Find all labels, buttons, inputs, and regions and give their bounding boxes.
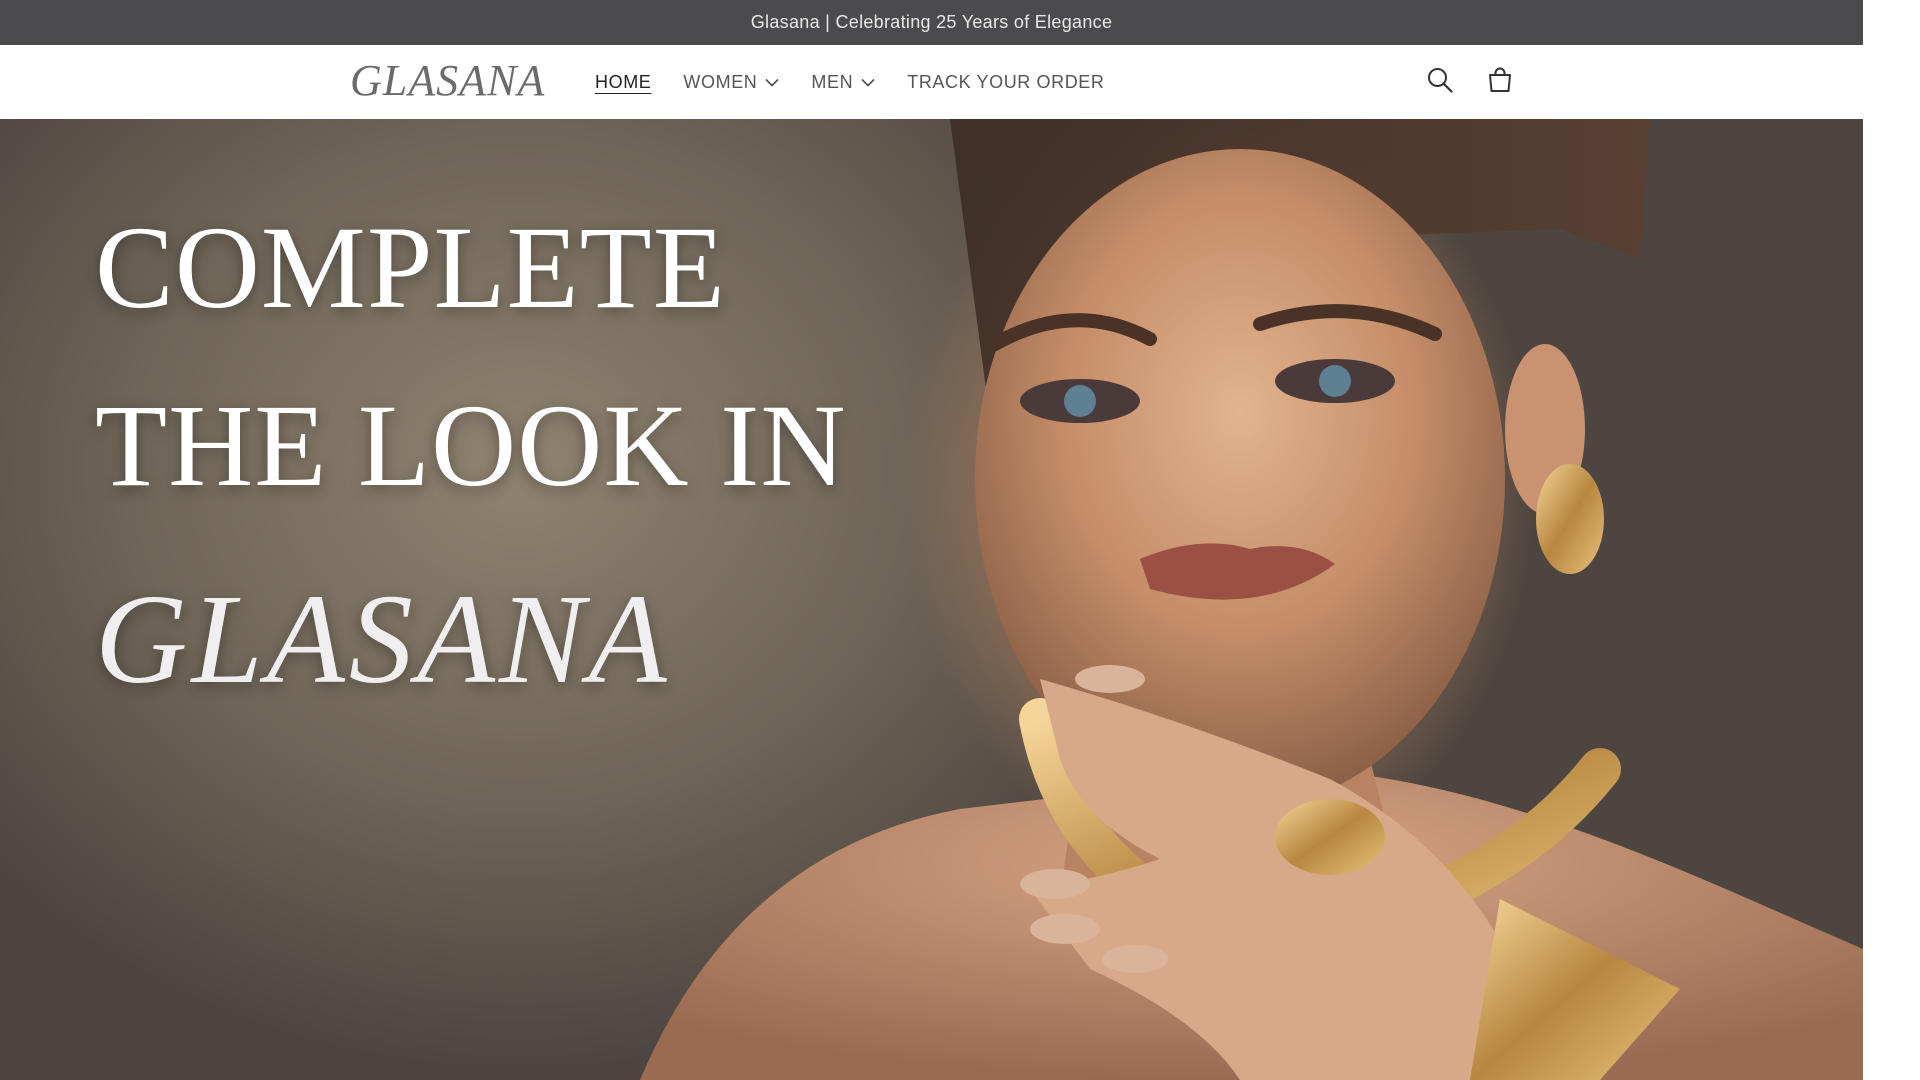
header-icons (1425, 45, 1515, 119)
hero-headline: COMPLETE THE LOOK IN GLASANA (95, 202, 847, 710)
nav-item-men[interactable]: MEN (811, 72, 875, 93)
chevron-down-icon (861, 78, 875, 87)
site-header: GLASANA HOME WOMEN MEN TRACK YOUR ORDER (0, 45, 1863, 120)
hero-banner: COMPLETE THE LOOK IN GLASANA (0, 119, 1863, 1080)
announcement-text: Glasana | Celebrating 25 Years of Elegan… (750, 12, 1113, 32)
site-logo[interactable]: GLASANA (350, 55, 545, 106)
hero-line-3: GLASANA (95, 568, 671, 710)
cart-button[interactable] (1485, 67, 1515, 97)
nav-item-label: WOMEN (683, 71, 758, 92)
main-nav: HOME WOMEN MEN TRACK YOUR ORDER (595, 45, 1105, 119)
search-button[interactable] (1425, 67, 1455, 97)
hero-line-2: THE LOOK IN (95, 380, 847, 511)
nav-item-home[interactable]: HOME (595, 72, 651, 93)
nav-item-track-order[interactable]: TRACK YOUR ORDER (907, 72, 1104, 93)
hero-line-1: COMPLETE (95, 202, 726, 333)
page: Glasana | Celebrating 25 Years of Elegan… (0, 0, 1920, 1080)
cart-icon (1486, 66, 1514, 99)
nav-item-label: TRACK YOUR ORDER (907, 71, 1105, 92)
nav-item-women[interactable]: WOMEN (683, 71, 780, 93)
announcement-bar: Glasana | Celebrating 25 Years of Elegan… (0, 0, 1863, 45)
nav-item-label: HOME (595, 71, 652, 92)
chevron-down-icon (765, 78, 780, 87)
nav-item-label: MEN (811, 71, 854, 92)
search-icon (1426, 66, 1454, 99)
